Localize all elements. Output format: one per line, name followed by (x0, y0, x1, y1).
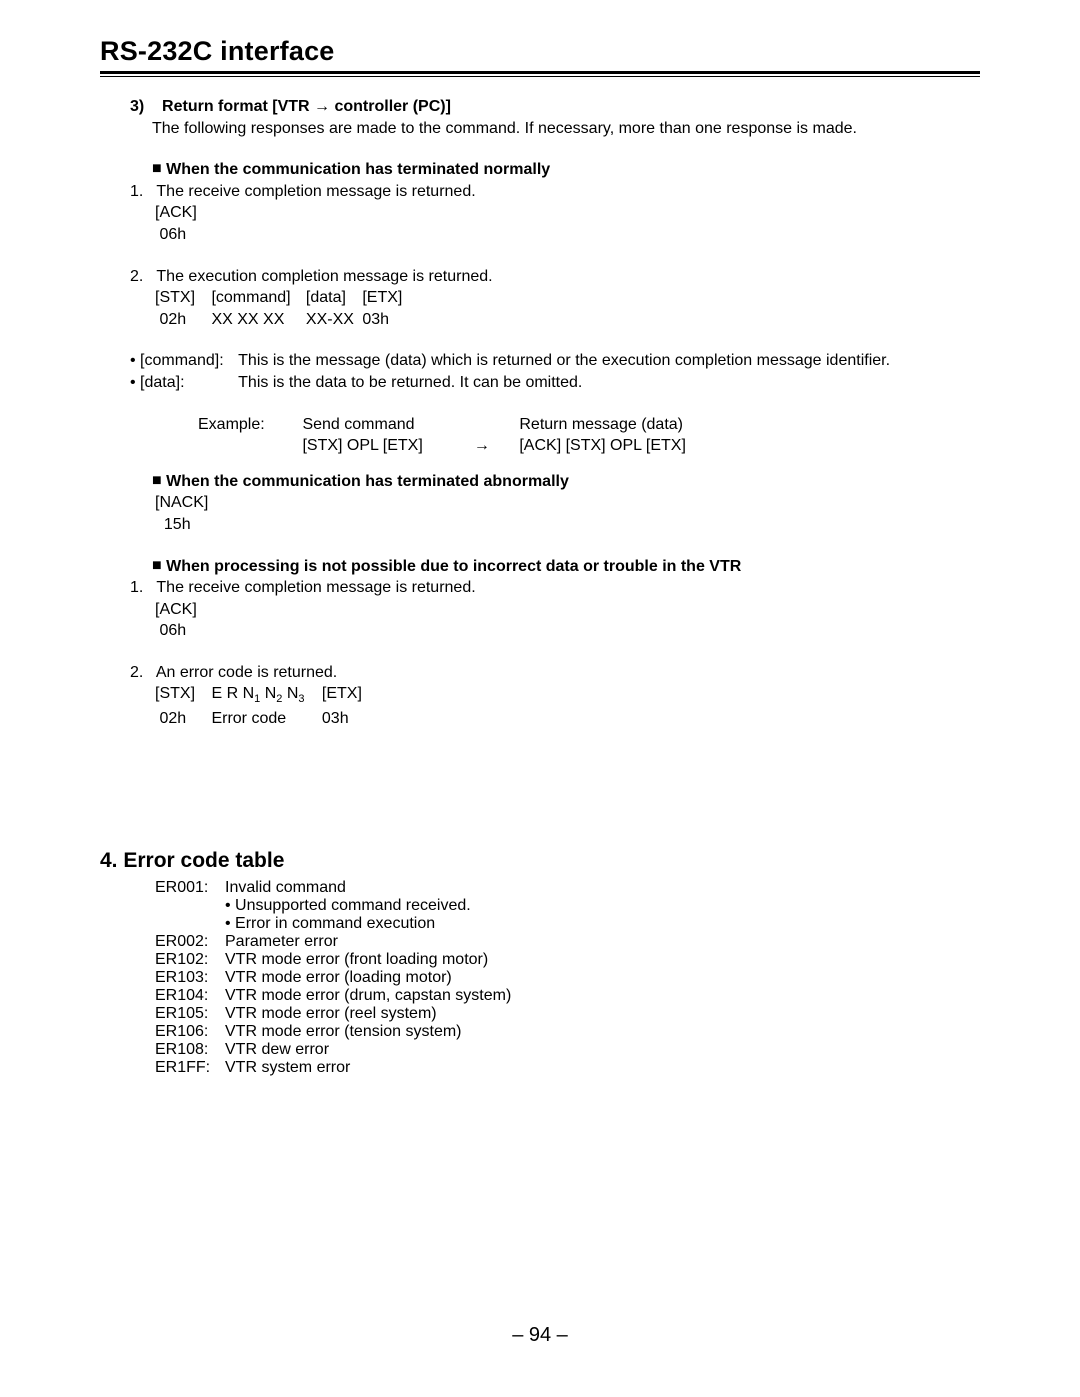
er-label: E R N1 N2 N3 (211, 683, 317, 707)
error-code: ER105: (155, 1005, 225, 1023)
text: The receive completion message is return… (156, 183, 475, 200)
send-command-value: [STX] OPL [ETX] (302, 437, 422, 454)
section-3-heading: 3) Return format [VTR → controller (PC)] (130, 96, 980, 118)
error-desc: VTR dew error (225, 1041, 329, 1058)
trouble-item-2: 2. An error code is returned. (130, 662, 980, 684)
etx-label: [ETX] (322, 683, 362, 705)
data-label: [data] (306, 287, 358, 309)
nack-label: [NACK] (155, 492, 980, 514)
heading-trouble-text: When processing is not possible due to i… (166, 558, 741, 575)
t-ack-label: [ACK] (155, 599, 980, 621)
heading-abnormal-text: When the communication has terminated ab… (166, 473, 569, 490)
data-key: • [data]: (130, 372, 234, 394)
stx-label: [STX] (155, 683, 207, 705)
command-desc: • [command]: This is the message (data) … (130, 350, 980, 372)
error-desc: VTR mode error (loading motor) (225, 969, 452, 986)
error-desc: VTR mode error (drum, capstan system) (225, 987, 511, 1004)
square-bullet-icon: ■ (152, 158, 162, 180)
error-code: ER001: (155, 879, 225, 897)
error-desc: VTR mode error (reel system) (225, 1005, 437, 1022)
error-format-hex: 02h Error code 03h (155, 708, 980, 730)
error-code: ER106: (155, 1023, 225, 1041)
error-code: ER102: (155, 951, 225, 969)
error-subitem: • Error in command execution (225, 915, 980, 933)
ack-label: [ACK] (155, 202, 980, 224)
error-code-list: ER001:Invalid command• Unsupported comma… (100, 879, 980, 1077)
num: 2. (130, 268, 143, 285)
return-message-header: Return message (data) (519, 416, 683, 433)
etx-label: [ETX] (362, 287, 402, 309)
command-key: • [command]: (130, 350, 234, 372)
example-table: Example: Send command [STX] OPL [ETX] → … (198, 414, 739, 457)
hex-03: 03h (322, 708, 349, 730)
hex-xxs: XX-XX (306, 309, 358, 331)
error-code-row: ER103:VTR mode error (loading motor) (155, 969, 980, 987)
message-format-hex: 02h XX XX XX XX-XX 03h (155, 309, 980, 331)
data-val: This is the data to be returned. It can … (238, 374, 582, 391)
error-code-row: ER1FF:VTR system error (155, 1059, 980, 1077)
arrow-right-icon: → (474, 437, 490, 454)
error-code: ER103: (155, 969, 225, 987)
text: An error code is returned. (156, 664, 337, 681)
heading-normal-text: When the communication has terminated no… (166, 161, 550, 178)
ack-hex: 06h (155, 224, 980, 246)
hex-02: 02h (155, 309, 207, 331)
item-number: 3) (130, 98, 144, 115)
page-number: – 94 – (0, 1324, 1080, 1347)
error-desc: Invalid command (225, 879, 346, 896)
stx-label: [STX] (155, 287, 207, 309)
message-format-labels: [STX] [command] [data] [ETX] (155, 287, 980, 309)
text: The execution completion message is retu… (156, 268, 492, 285)
error-code-row: ER002:Parameter error (155, 933, 980, 951)
send-command-header: Send command (302, 416, 414, 433)
section-return-format: 3) Return format [VTR → controller (PC)]… (100, 96, 980, 729)
heading-text: Return format [VTR → controller (PC)] (162, 98, 451, 115)
normal-item-1: 1. The receive completion message is ret… (130, 181, 980, 203)
error-code: ER1FF: (155, 1059, 225, 1077)
t-ack-hex: 06h (155, 620, 980, 642)
return-message-value: [ACK] [STX] OPL [ETX] (519, 437, 686, 454)
normal-item-2: 2. The execution completion message is r… (130, 266, 980, 288)
hex-03: 03h (362, 309, 389, 331)
error-code-row: ER102:VTR mode error (front loading moto… (155, 951, 980, 969)
error-desc: Parameter error (225, 933, 338, 950)
error-code: Error code (211, 708, 317, 730)
error-code-row: ER106:VTR mode error (tension system) (155, 1023, 980, 1041)
num: 2. (130, 664, 143, 681)
error-code: ER104: (155, 987, 225, 1005)
error-code: ER108: (155, 1041, 225, 1059)
error-desc: VTR system error (225, 1059, 350, 1076)
document-page: RS-232C interface 3) Return format [VTR … (0, 0, 1080, 1397)
nack-hex: 15h (155, 514, 980, 536)
example-label: Example: (198, 416, 265, 433)
error-code: ER002: (155, 933, 225, 951)
trouble-item-1: 1. The receive completion message is ret… (130, 577, 980, 599)
num: 1. (130, 183, 143, 200)
hex-xx: XX XX XX (211, 309, 301, 331)
heading-trouble: ■ When processing is not possible due to… (152, 556, 980, 578)
hex-02: 02h (155, 708, 207, 730)
error-code-row: ER001:Invalid command (155, 879, 980, 897)
error-desc: VTR mode error (front loading motor) (225, 951, 488, 968)
num: 1. (130, 579, 143, 596)
intro-text: The following responses are made to the … (152, 118, 980, 140)
heading-abnormal: ■ When the communication has terminated … (152, 471, 980, 493)
square-bullet-icon: ■ (152, 470, 162, 492)
data-desc: • [data]: This is the data to be returne… (130, 372, 980, 394)
error-subitem: • Unsupported command received. (225, 897, 980, 915)
page-title: RS-232C interface (100, 36, 980, 74)
text: The receive completion message is return… (156, 579, 475, 596)
error-code-row: ER108:VTR dew error (155, 1041, 980, 1059)
square-bullet-icon: ■ (152, 555, 162, 577)
error-desc: VTR mode error (tension system) (225, 1023, 462, 1040)
error-format-labels: [STX] E R N1 N2 N3 [ETX] (155, 683, 980, 707)
error-code-row: ER104:VTR mode error (drum, capstan syst… (155, 987, 980, 1005)
error-code-row: ER105:VTR mode error (reel system) (155, 1005, 980, 1023)
section-4-heading: 4. Error code table (100, 849, 980, 873)
heading-normal: ■ When the communication has terminated … (152, 159, 980, 181)
command-label: [command] (211, 287, 301, 309)
command-val: This is the message (data) which is retu… (238, 352, 890, 369)
